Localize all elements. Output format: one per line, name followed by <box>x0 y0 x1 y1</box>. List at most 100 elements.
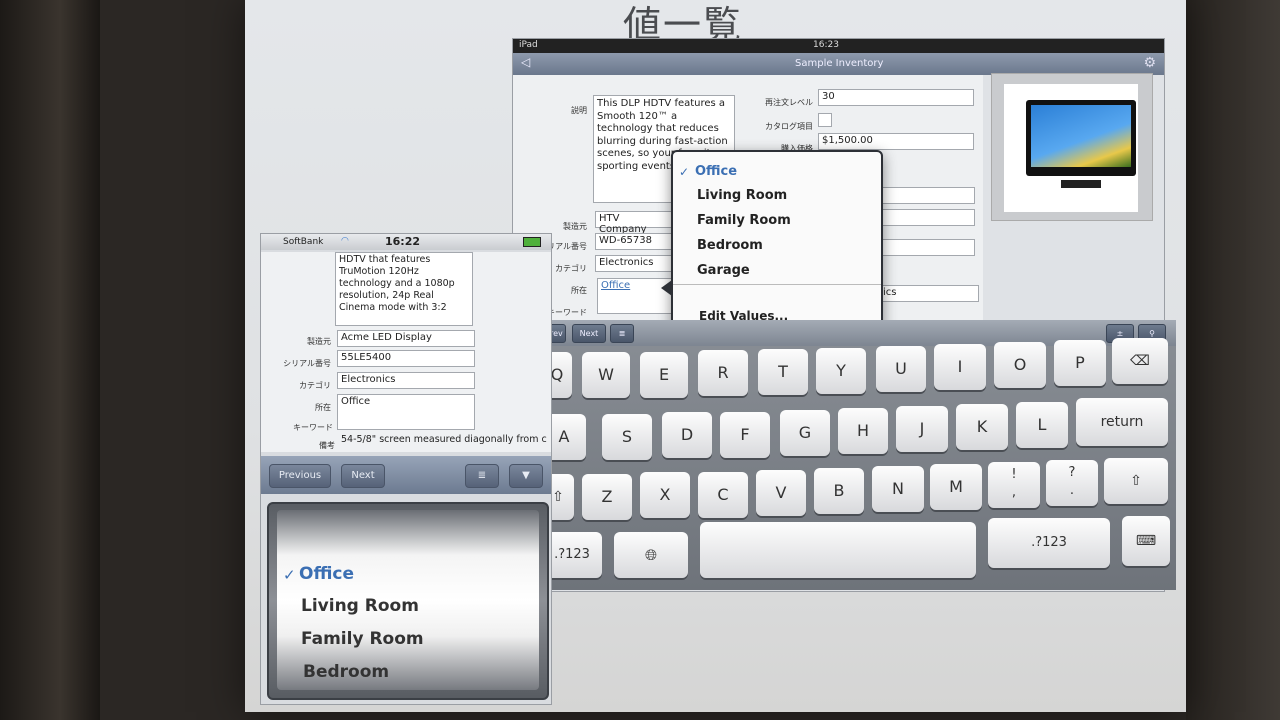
catalog-checkbox[interactable] <box>818 113 832 127</box>
iphone-carrier: SoftBank <box>283 237 324 247</box>
key-exclamation-comma[interactable]: ! , <box>988 462 1040 508</box>
iphone-location-field[interactable]: Office <box>337 394 475 430</box>
key-k[interactable]: K <box>956 404 1008 450</box>
key-h[interactable]: H <box>838 408 888 454</box>
category-field[interactable]: Electronics <box>595 255 673 272</box>
key-t[interactable]: T <box>758 349 808 395</box>
location-picker[interactable]: ✓ Office Living Room Family Room Bedroom <box>267 502 549 700</box>
key-n[interactable]: N <box>872 466 924 512</box>
maker-label: 製造元 <box>563 222 587 231</box>
next-button[interactable]: Next <box>341 464 385 488</box>
partial-field[interactable]: ics <box>879 285 979 302</box>
iphone-category-label: カテゴリ <box>299 381 331 390</box>
iphone-serial-field[interactable]: 55LE5400 <box>337 350 475 367</box>
ipad-keyboard: Prev Next ≣ ± ⚲ Q W E R T Y U I O P ⌫ A … <box>540 320 1176 590</box>
checkmark-icon: ✓ <box>679 165 690 179</box>
background-wall-left <box>0 0 100 720</box>
maker-field[interactable]: HTV Company <box>595 211 673 235</box>
picker-item-family-room[interactable]: Family Room <box>301 629 424 649</box>
key-c[interactable]: C <box>698 472 748 518</box>
ipad-carrier: iPad <box>519 40 538 50</box>
key-r[interactable]: R <box>698 350 748 396</box>
iphone-category-field[interactable]: Electronics <box>337 372 475 389</box>
key-j[interactable]: J <box>896 406 948 452</box>
key-y[interactable]: Y <box>816 348 866 394</box>
wifi-icon: ◠ <box>341 236 349 246</box>
key-e[interactable]: E <box>640 352 688 398</box>
globe-icon[interactable]: 🌐︎ <box>614 532 688 578</box>
iphone-maker-label: 製造元 <box>307 337 331 346</box>
key-x[interactable]: X <box>640 472 690 518</box>
previous-button[interactable]: Previous <box>269 464 331 488</box>
key-m[interactable]: M <box>930 464 982 510</box>
key-w[interactable]: W <box>582 352 630 398</box>
reorder-label: 再注文レベル <box>765 98 813 107</box>
picker-item-living-room[interactable]: Living Room <box>301 596 419 616</box>
dismiss-triangle-icon[interactable]: ▼ <box>509 464 543 488</box>
product-image-frame[interactable] <box>991 73 1153 221</box>
battery-icon <box>523 237 541 247</box>
key-d[interactable]: D <box>662 412 712 458</box>
key-o[interactable]: O <box>994 342 1046 388</box>
space-key[interactable] <box>700 522 976 578</box>
key-v[interactable]: V <box>756 470 806 516</box>
backspace-icon[interactable]: ⌫ <box>1112 338 1168 384</box>
picker-wheel[interactable]: ✓ Office Living Room Family Room Bedroom <box>277 510 539 690</box>
numbers-key-right[interactable]: .?123 <box>988 518 1110 568</box>
iphone-maker-field[interactable]: Acme LED Display <box>337 330 475 347</box>
ipad-navigation-bar: ◁ Sample Inventory ⚙ <box>513 53 1164 75</box>
tv-stand <box>1061 180 1101 188</box>
picker-item-office[interactable]: Office <box>299 564 354 584</box>
popover-item-garage[interactable]: Garage <box>697 263 750 278</box>
key-g[interactable]: G <box>780 410 830 456</box>
iphone-item-form: HDTV that features TruMotion 120Hz techn… <box>261 252 551 452</box>
return-key[interactable]: return <box>1076 398 1168 446</box>
picker-item-bedroom[interactable]: Bedroom <box>303 662 389 682</box>
list-icon[interactable]: ≣ <box>610 324 634 343</box>
key-f[interactable]: F <box>720 412 770 458</box>
iphone-description-field[interactable]: HDTV that features TruMotion 120Hz techn… <box>335 252 473 326</box>
product-image <box>1004 84 1138 212</box>
next-field-button[interactable]: Next <box>572 324 606 343</box>
location-values-popover: ✓ Office Living Room Family Room Bedroom… <box>661 150 883 337</box>
popover-item-bedroom[interactable]: Bedroom <box>697 238 763 253</box>
gear-icon[interactable]: ⚙ <box>1143 55 1156 71</box>
key-s[interactable]: S <box>602 414 652 460</box>
serial-field[interactable]: WD-65738 <box>595 233 673 250</box>
key-u[interactable]: U <box>876 346 926 392</box>
iphone-location-label: 所在 <box>315 403 331 412</box>
key-l[interactable]: L <box>1016 402 1068 448</box>
iphone-time: 16:22 <box>385 235 421 248</box>
key-z[interactable]: Z <box>582 474 632 520</box>
back-icon[interactable]: ◁ <box>521 55 530 69</box>
extra-field-3[interactable] <box>879 239 975 256</box>
list-icon[interactable]: ≣ <box>465 464 499 488</box>
iphone-app: SoftBank ◠ 16:22 HDTV that features TruM… <box>260 233 552 705</box>
popover-item-living-room[interactable]: Living Room <box>697 188 787 203</box>
shift-right-icon[interactable]: ⇧ <box>1104 458 1168 504</box>
key-question-period[interactable]: ? . <box>1046 460 1098 506</box>
tv-icon <box>1026 100 1136 188</box>
popover-arrow <box>661 280 672 296</box>
key-p[interactable]: P <box>1054 340 1106 386</box>
iphone-serial-label: シリアル番号 <box>283 359 331 368</box>
popover-item-family-room[interactable]: Family Room <box>697 213 791 228</box>
ipad-time: 16:23 <box>813 40 839 50</box>
description-label: 説明 <box>571 106 587 115</box>
dismiss-keyboard-icon[interactable]: ⌨ <box>1122 516 1170 566</box>
ipad-nav-title: Sample Inventory <box>795 58 884 69</box>
price-field[interactable]: $1,500.00 <box>818 133 974 150</box>
catalog-label: カタログ項目 <box>765 122 813 131</box>
picker-check-icon: ✓ <box>283 566 296 584</box>
extra-field-1[interactable] <box>879 187 975 204</box>
key-b[interactable]: B <box>814 468 864 514</box>
tv-screen <box>1031 105 1131 167</box>
ipad-status-bar: iPad 16:23 <box>513 39 1164 53</box>
key-i[interactable]: I <box>934 344 986 390</box>
extra-field-2[interactable] <box>879 209 975 226</box>
iphone-note-value: 54-5/8" screen measured diagonally from … <box>341 434 547 445</box>
iphone-keyword-label: キーワード <box>293 423 333 432</box>
iphone-input-toolbar: Previous Next ≣ ▼ <box>261 456 551 494</box>
reorder-field[interactable]: 30 <box>818 89 974 106</box>
popover-item-office[interactable]: Office <box>695 164 737 179</box>
